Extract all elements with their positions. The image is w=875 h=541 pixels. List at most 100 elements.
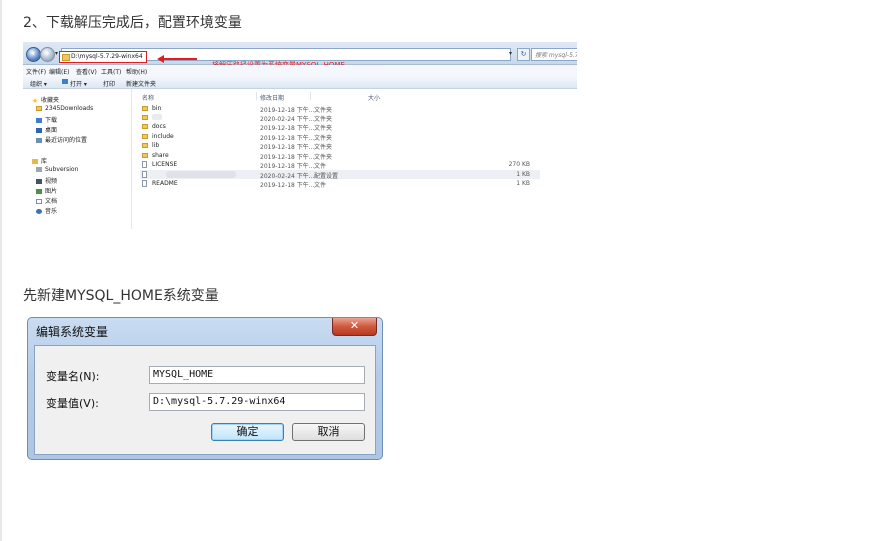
column-header-date[interactable]: 修改日期 — [260, 93, 284, 102]
address-path-highlight[interactable]: D:\mysql-5.7.29-winx64 — [59, 51, 147, 63]
menu-help[interactable]: 帮助(H) — [126, 67, 147, 76]
nav-documents-label: 文档 — [45, 198, 58, 205]
variable-value-input[interactable]: D:\mysql-5.7.29-winx64 — [149, 393, 365, 411]
page-left-border — [0, 0, 2, 541]
explorer-screenshot: ‹ › ▾ ▾ ↻ 搜索 mysql-5.7.2 D:\mysql-5.7.29… — [23, 42, 577, 229]
open-button[interactable]: 打开 ▾ — [70, 79, 87, 88]
library-icon — [32, 159, 38, 164]
nav-desktop[interactable]: 桌面 — [36, 125, 57, 134]
file-name: include — [152, 133, 174, 140]
nav-2345downloads-label: 2345Downloads — [45, 105, 94, 112]
close-button[interactable]: ✕ — [332, 318, 377, 336]
nav-downloads[interactable]: 下载 — [36, 115, 57, 124]
download-icon — [36, 118, 42, 123]
redacted-name — [152, 114, 162, 120]
open-folder-icon — [62, 79, 68, 84]
file-row[interactable]: share 2019-12-18 下午... 文件夹 — [140, 151, 540, 161]
ok-button[interactable]: 确定 — [211, 423, 284, 441]
nav-favorites[interactable]: 收藏夹 — [32, 95, 59, 104]
new-folder-button[interactable]: 新建文件夹 — [126, 79, 156, 88]
nav-2345downloads[interactable]: 2345Downloads — [36, 105, 93, 114]
file-row[interactable]: lib 2019-12-18 下午... 文件夹 — [140, 141, 540, 151]
annotation-arrow-head-icon — [157, 55, 164, 63]
file-row[interactable]: include 2019-12-18 下午... 文件夹 — [140, 132, 540, 142]
file-icon — [142, 161, 147, 168]
file-row[interactable]: README 2019-12-18 下午... 文件 1 KB — [140, 179, 540, 189]
menu-file[interactable]: 文件(F) — [26, 67, 46, 76]
menu-bar: 文件(F) 编辑(E) 查看(V) 工具(T) 帮助(H) — [23, 65, 577, 76]
video-icon — [36, 179, 42, 184]
nav-videos-label: 视频 — [45, 178, 58, 185]
nav-libraries[interactable]: 库 — [32, 156, 47, 165]
file-date: 2019-12-18 下午... — [260, 144, 315, 151]
annotation-arrow-line — [163, 58, 197, 60]
folder-icon — [62, 54, 70, 61]
edit-system-variable-dialog: 编辑系统变量 ✕ 变量名(N): MYSQL_HOME 变量值(V): D:\m… — [27, 317, 383, 460]
folder-icon — [142, 124, 148, 129]
desktop-icon — [36, 128, 42, 133]
nav-pictures[interactable]: 图片 — [36, 186, 57, 195]
nav-subversion[interactable]: Subversion — [36, 166, 78, 175]
recent-places-icon — [36, 138, 42, 143]
file-name: share — [152, 152, 169, 159]
music-icon — [36, 209, 42, 214]
nav-music-label: 音乐 — [45, 208, 58, 215]
nav-downloads-label: 下载 — [45, 117, 58, 124]
file-type: 文件 — [314, 182, 327, 189]
nav-documents[interactable]: 文档 — [36, 196, 57, 205]
menu-edit[interactable]: 编辑(E) — [49, 67, 69, 76]
menu-tools[interactable]: 工具(T) — [101, 67, 121, 76]
refresh-icon[interactable]: ↻ — [517, 48, 530, 61]
search-input[interactable]: 搜索 mysql-5.7.2 — [531, 48, 577, 61]
file-name: bin — [152, 105, 162, 112]
folder-icon — [142, 153, 148, 158]
cancel-button[interactable]: 取消 — [292, 423, 365, 441]
file-size: 1 KB — [516, 171, 530, 178]
nav-subversion-label: Subversion — [45, 166, 79, 173]
forward-arrow-icon[interactable]: › — [40, 47, 55, 62]
config-file-icon — [142, 171, 147, 178]
variable-name-input[interactable]: MYSQL_HOME — [149, 366, 365, 384]
navigation-pane: 收藏夹 2345Downloads 下载 桌面 最近访问的位置 库 Subver… — [23, 89, 132, 229]
column-header-name[interactable]: 名称 — [142, 93, 154, 102]
organize-button[interactable]: 组织 ▾ — [30, 79, 47, 88]
file-size: 270 KB — [508, 161, 530, 168]
column-separator[interactable] — [310, 92, 311, 100]
nav-desktop-label: 桌面 — [45, 127, 58, 134]
nav-recent[interactable]: 最近访问的位置 — [36, 135, 87, 144]
file-row[interactable]: docs 2019-12-18 下午... 文件夹 — [140, 122, 540, 132]
file-row-selected[interactable]: 2020-02-24 下午... 配置设置 1 KB — [140, 170, 540, 180]
folder-icon — [142, 106, 148, 111]
file-list: 名称 修改日期 大小 bin 2019-12-18 下午... 文件夹 2020… — [132, 89, 577, 229]
file-name: README — [152, 180, 178, 187]
file-name: lib — [152, 142, 160, 149]
picture-icon — [36, 189, 42, 194]
column-header-size[interactable]: 大小 — [368, 93, 380, 102]
file-name: LICENSE — [152, 161, 178, 168]
subversion-icon — [36, 167, 42, 172]
folder-icon — [142, 115, 148, 120]
folder-icon — [142, 134, 148, 139]
file-type: 文件夹 — [314, 144, 333, 151]
nav-recent-label: 最近访问的位置 — [45, 137, 88, 144]
address-path-text: D:\mysql-5.7.29-winx64 — [71, 53, 143, 60]
file-date: 2019-12-18 下午... — [260, 163, 315, 170]
nav-music[interactable]: 音乐 — [36, 206, 57, 215]
back-arrow-icon[interactable]: ‹ — [26, 47, 41, 62]
nav-videos[interactable]: 视频 — [36, 176, 57, 185]
nav-libraries-label: 库 — [41, 158, 48, 165]
column-separator[interactable] — [256, 92, 257, 100]
address-dropdown-icon[interactable]: ▾ — [509, 50, 512, 57]
menu-view[interactable]: 查看(V) — [76, 67, 97, 76]
folder-icon — [36, 106, 42, 111]
file-row[interactable]: 2020-02-24 下午... 文件夹 — [140, 113, 540, 123]
dialog-title: 编辑系统变量 — [36, 325, 109, 339]
document-icon — [36, 199, 42, 204]
file-row[interactable]: LICENSE 2019-12-18 下午... 文件 270 KB — [140, 160, 540, 170]
history-dropdown-icon[interactable]: ▾ — [55, 50, 58, 57]
nav-favorites-label: 收藏夹 — [41, 97, 60, 104]
file-name: docs — [152, 123, 166, 130]
file-row[interactable]: bin 2019-12-18 下午... 文件夹 — [140, 104, 540, 114]
dialog-body: 变量名(N): MYSQL_HOME 变量值(V): D:\mysql-5.7.… — [34, 345, 376, 455]
print-button[interactable]: 打印 — [103, 79, 115, 88]
